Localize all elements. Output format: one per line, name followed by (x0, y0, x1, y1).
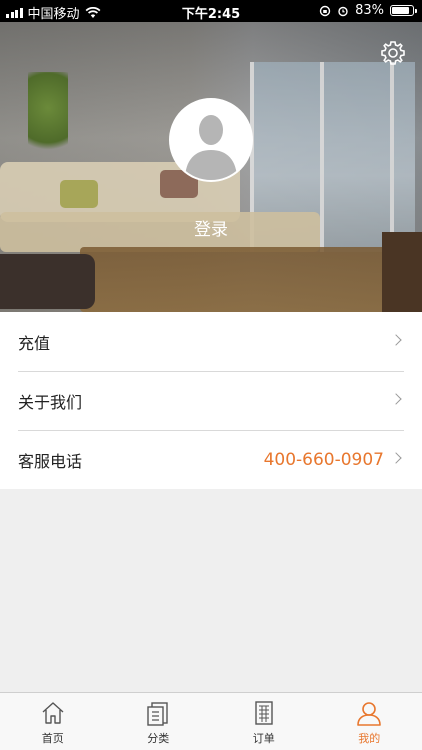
profile-icon (357, 702, 382, 726)
tab-orders[interactable]: 订单 (211, 693, 317, 750)
background-rug (80, 247, 400, 312)
menu-item-label: 关于我们 (18, 392, 83, 412)
login-button[interactable]: 登录 (0, 215, 422, 240)
menu-item-label: 客服电话 (18, 451, 83, 471)
customer-service-phone[interactable]: 400-660-0907 (264, 450, 384, 470)
battery-percent: 83% (355, 3, 384, 18)
tab-profile[interactable]: 我的 (317, 693, 422, 750)
chevron-right-icon (390, 334, 402, 346)
rotation-lock-icon (319, 5, 331, 16)
profile-header: 登录 (0, 22, 422, 312)
battery-icon (390, 5, 417, 16)
chevron-right-icon (390, 393, 402, 405)
status-bar: 中国移动 下午2:45 83% (0, 0, 422, 22)
user-silhouette-icon (171, 100, 251, 180)
gear-icon (381, 41, 405, 65)
tab-label: 订单 (252, 732, 275, 745)
tab-home[interactable]: 首页 (0, 693, 106, 750)
home-icon (42, 702, 64, 724)
background-plant (28, 72, 68, 162)
background-ottoman (0, 254, 95, 309)
menu-list: 充值 关于我们 客服电话 400-660-0907 (0, 312, 422, 489)
menu-item-label: 充值 (18, 333, 51, 353)
category-icon (147, 702, 168, 726)
order-icon (255, 701, 273, 725)
menu-item-about-us[interactable]: 关于我们 (0, 371, 422, 430)
menu-item-recharge[interactable]: 充值 (0, 312, 422, 371)
tab-label: 分类 (147, 732, 170, 745)
tab-category[interactable]: 分类 (106, 693, 212, 750)
settings-button[interactable] (378, 38, 408, 68)
alarm-icon (338, 6, 348, 16)
tab-label: 我的 (358, 732, 381, 745)
chevron-right-icon (390, 452, 402, 464)
tab-label: 首页 (41, 732, 64, 745)
avatar[interactable] (169, 98, 253, 182)
tab-bar: 首页 分类 订单 我的 (0, 692, 422, 750)
menu-item-customer-service[interactable]: 客服电话 400-660-0907 (0, 430, 422, 489)
